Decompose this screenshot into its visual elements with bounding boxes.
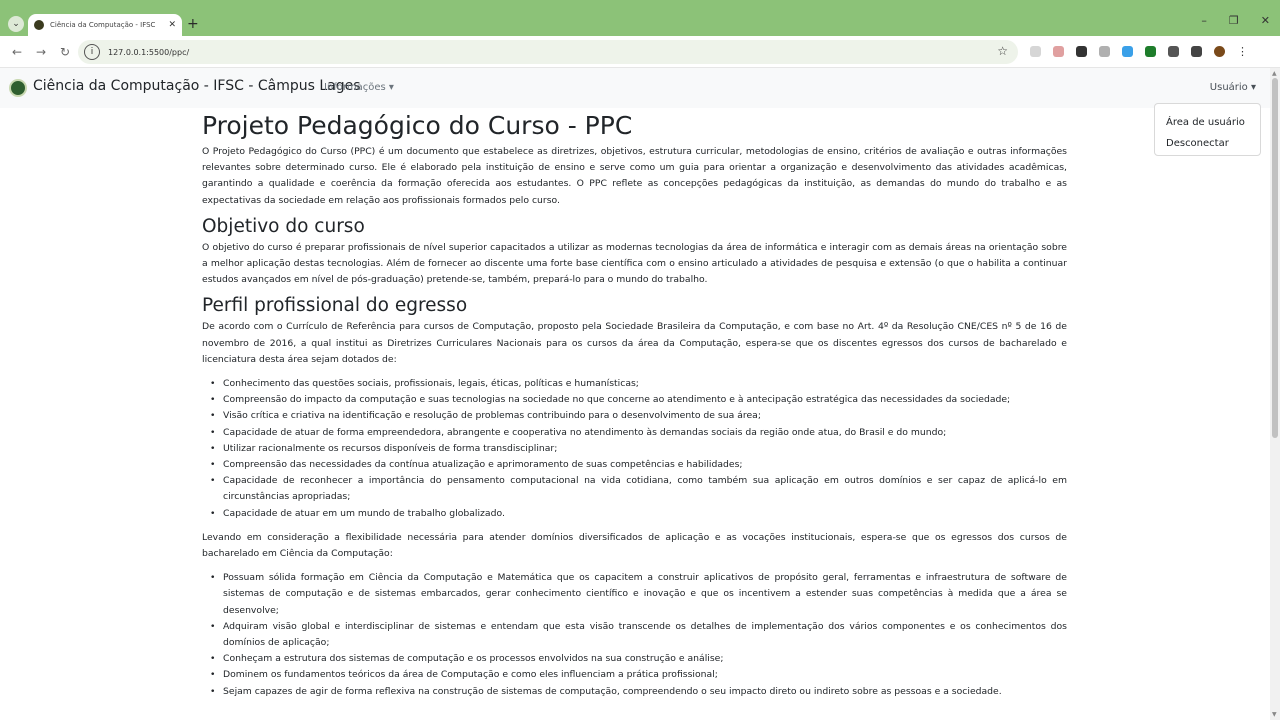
profile-list: Conhecimento das questões sociais, profi…	[210, 376, 1067, 522]
page-scrollbar[interactable]: ▲ ▼	[1270, 68, 1280, 720]
site-navbar: Ciência da Computação - IFSC - Câmpus La…	[0, 68, 1280, 108]
profile-heading: Perfil profissional do egresso	[202, 295, 468, 317]
list-item: Compreensão do impacto da computação e s…	[210, 392, 1067, 408]
main-content: Projeto Pedagógico do Curso - PPC O Proj…	[202, 110, 1067, 708]
close-tab-icon[interactable]: ✕	[168, 20, 176, 30]
list-item: Visão crítica e criativa na identificaçã…	[210, 408, 1067, 424]
intro-paragraph: O Projeto Pedagógico do Curso (PPC) é um…	[202, 146, 1067, 206]
page-title: Projeto Pedagógico do Curso - PPC	[202, 111, 633, 140]
extension-icon[interactable]	[1099, 46, 1110, 57]
tab-search-icon[interactable]: ⌄	[8, 16, 24, 32]
maximize-icon[interactable]: ❐	[1229, 14, 1239, 27]
ifsc-logo[interactable]	[9, 79, 27, 97]
reload-icon[interactable]: ↻	[58, 45, 72, 59]
list-item: Compreensão das necessidades da contínua…	[210, 457, 1067, 473]
tab-title: Ciência da Computação - IFSC	[50, 21, 156, 29]
usuario-dropdown[interactable]: Usuário ▾	[1210, 82, 1256, 93]
reading-list-icon[interactable]	[1191, 46, 1202, 57]
scroll-thumb[interactable]	[1272, 78, 1278, 438]
browser-toolbar: ← → ↻ i 127.0.0.1:5500/ppc/ ☆ ⋮	[0, 36, 1280, 68]
scroll-up-icon[interactable]: ▲	[1272, 70, 1277, 77]
address-bar[interactable]: i 127.0.0.1:5500/ppc/ ☆	[78, 40, 1018, 64]
close-window-icon[interactable]: ✕	[1261, 14, 1270, 27]
list-item: Capacidade de atuar de forma empreendedo…	[210, 425, 1067, 441]
new-tab-button[interactable]: +	[187, 14, 199, 34]
bacharelado-paragraph: Levando em consideração a flexibilidade …	[202, 531, 1067, 560]
browser-tab[interactable]: Ciência da Computação - IFSC ✕	[28, 14, 182, 36]
extension-icon[interactable]	[1053, 46, 1064, 57]
user-dropdown-menu: Área de usuário Desconectar	[1154, 103, 1261, 156]
list-item: Dominem os fundamentos teóricos da área …	[210, 667, 1067, 683]
extension-icon[interactable]	[1076, 46, 1087, 57]
objective-paragraph: O objetivo do curso é preparar profissio…	[202, 241, 1067, 286]
forward-icon[interactable]: →	[34, 45, 48, 59]
window-controls: – ❐ ✕	[1201, 14, 1270, 27]
profile-avatar[interactable]	[1214, 46, 1225, 57]
list-item: Possuam sólida formação em Ciência da Co…	[210, 570, 1067, 619]
url-text: 127.0.0.1:5500/ppc/	[108, 47, 190, 57]
list-item: Adquiram visão global e interdisciplinar…	[210, 619, 1067, 651]
dropdown-item-desconectar[interactable]: Desconectar	[1155, 133, 1260, 154]
list-item: Sejam capazes de agir de forma reflexiva…	[210, 684, 1067, 700]
site-info-icon[interactable]: i	[84, 44, 100, 60]
profile-paragraph: De acordo com o Currículo de Referência …	[202, 321, 1067, 365]
list-item: Conheçam a estrutura dos sistemas de com…	[210, 651, 1067, 667]
informacoes-dropdown[interactable]: Informações ▾	[324, 82, 394, 93]
navbar-brand[interactable]: Ciência da Computação - IFSC - Câmpus La…	[33, 78, 361, 94]
list-item: Capacidade de atuar em um mundo de traba…	[210, 506, 1067, 522]
scroll-down-icon[interactable]: ▼	[1272, 711, 1277, 718]
dropdown-item-area-usuario[interactable]: Área de usuário	[1155, 112, 1260, 133]
minimize-icon[interactable]: –	[1201, 14, 1207, 27]
bacharelado-list: Possuam sólida formação em Ciência da Co…	[210, 570, 1067, 700]
bookmark-star-icon[interactable]: ☆	[997, 44, 1008, 58]
favicon-icon	[34, 20, 44, 30]
list-item: Conhecimento das questões sociais, profi…	[210, 376, 1067, 392]
objective-heading: Objetivo do curso	[202, 215, 365, 237]
extension-icon[interactable]	[1030, 46, 1041, 57]
extensions-puzzle-icon[interactable]	[1168, 46, 1179, 57]
list-item: Capacidade de reconhecer a importância d…	[210, 473, 1067, 505]
extension-icon[interactable]	[1122, 46, 1133, 57]
list-item: Utilizar racionalmente os recursos dispo…	[210, 441, 1067, 457]
back-icon[interactable]: ←	[10, 45, 24, 59]
menu-kebab-icon[interactable]: ⋮	[1237, 45, 1248, 58]
download-icon[interactable]	[1145, 46, 1156, 57]
extensions-area: ⋮	[1030, 45, 1248, 58]
browser-tab-bar: ⌄ Ciência da Computação - IFSC ✕ + – ❐ ✕	[0, 0, 1280, 36]
